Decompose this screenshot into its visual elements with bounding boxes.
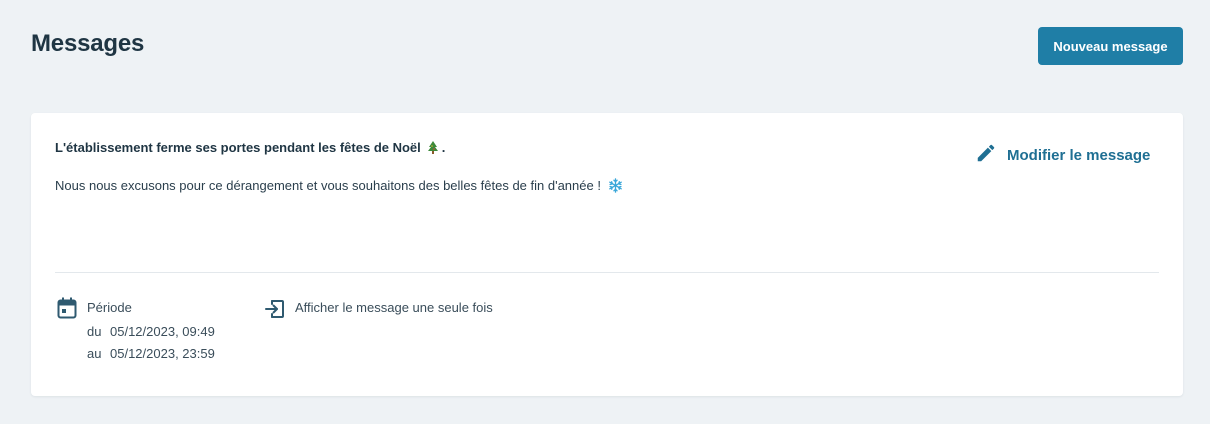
card-divider [55,272,1159,273]
calendar-icon [57,297,77,319]
login-arrow-icon [264,298,286,320]
period-from-value: 05/12/2023, 09:49 [110,324,215,339]
page-title: Messages [31,30,145,57]
period-to: au 05/12/2023, 23:59 [87,346,215,361]
edit-message-link[interactable]: Modifier le message [975,143,1150,167]
message-card: L'établissement ferme ses portes pendant… [31,113,1183,396]
period-from-prefix: du [87,324,102,339]
message-title: L'établissement ferme ses portes pendant… [55,140,445,155]
snowflake-icon [608,178,623,193]
edit-message-label: Modifier le message [1007,146,1151,164]
message-body: Nous nous excusons pour ce dérangement e… [55,178,623,193]
period-to-value: 05/12/2023, 23:59 [110,346,215,361]
message-body-text: Nous nous excusons pour ce dérangement e… [55,178,601,193]
christmas-tree-icon [427,140,439,155]
new-message-button[interactable]: Nouveau message [1038,27,1183,65]
pencil-icon [975,142,997,168]
display-once-label: Afficher le message une seule fois [295,300,493,315]
period-to-prefix: au [87,346,102,361]
period-label: Période [87,300,132,315]
message-title-suffix: . [441,140,446,155]
message-title-text: L'établissement ferme ses portes pendant… [55,140,421,155]
page-header: Messages Nouveau message [0,0,1210,90]
period-from: du 05/12/2023, 09:49 [87,324,215,339]
